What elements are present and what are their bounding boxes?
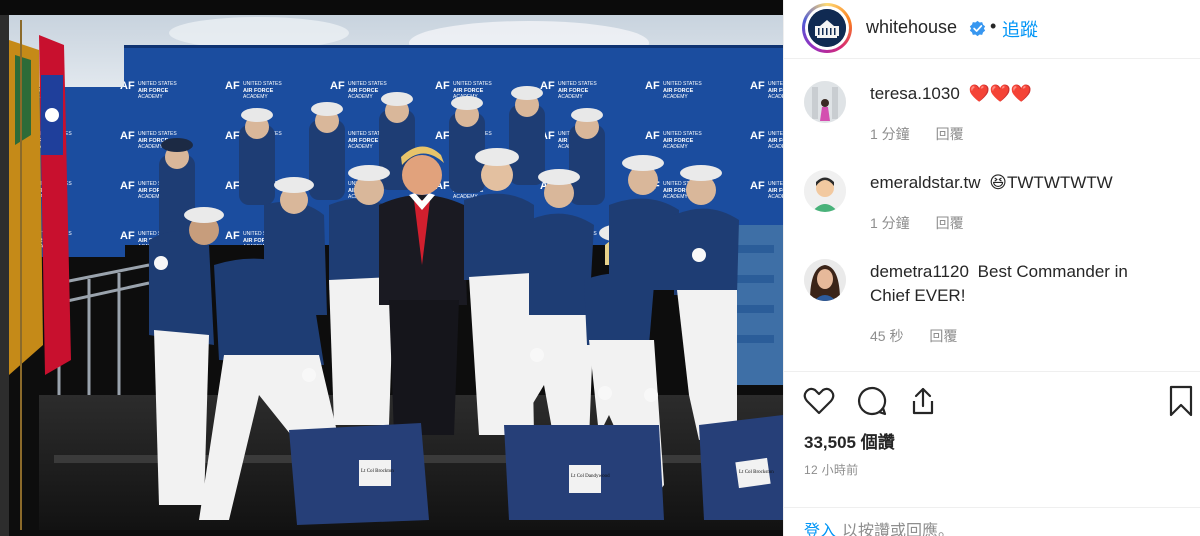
- comment-time: 45 秒: [870, 328, 904, 344]
- comment-username[interactable]: emeraldstar.tw: [870, 173, 981, 192]
- comment-meta: 1 分鐘 回覆: [870, 124, 986, 144]
- comment-text: emeraldstar.tw 😆TWTWTWTW: [870, 171, 1170, 195]
- reply-button[interactable]: 回覆: [936, 215, 964, 231]
- post-header: whitehouse • 追蹤: [784, 0, 1200, 59]
- comment-avatar[interactable]: [804, 170, 846, 212]
- comment-text: demetra1120 Best Commander in Chief EVER…: [870, 260, 1170, 308]
- comment-username[interactable]: demetra1120: [870, 262, 969, 281]
- heart-icon[interactable]: [802, 384, 836, 418]
- post-side-panel: whitehouse • 追蹤 teresa.1030 ❤️❤️❤️ 1 分鐘 …: [783, 0, 1200, 536]
- profile-avatar[interactable]: [802, 3, 852, 53]
- comment-body: 😆TWTWTWTW: [989, 173, 1113, 192]
- verified-badge-icon: [969, 20, 986, 37]
- login-prompt: 登入 以按讚或回應。: [784, 507, 1200, 536]
- post-author-username[interactable]: whitehouse: [866, 17, 957, 38]
- login-link[interactable]: 登入: [804, 523, 836, 536]
- reply-button[interactable]: 回覆: [929, 328, 957, 344]
- separator-dot: •: [990, 16, 997, 36]
- seat-card-2: Lt Col Dandywood: [571, 474, 610, 479]
- reply-button[interactable]: 回覆: [936, 126, 964, 142]
- like-count[interactable]: 33,505 個讚: [804, 428, 895, 453]
- comment-meta: 1 分鐘 回覆: [870, 213, 986, 233]
- comment-text: teresa.1030 ❤️❤️❤️: [870, 82, 1170, 106]
- post-action-bar: 33,505 個讚 12 小時前 登入 以按讚或回應。: [784, 371, 1200, 536]
- comment-meta: 45 秒 回覆: [870, 326, 979, 346]
- post-photo[interactable]: AF UNITED STATES AIR FORCE ACADEMY: [9, 15, 783, 530]
- seat-card-1: Lt Col Brockton: [361, 469, 394, 474]
- post-photo-pane: AF UNITED STATES AIR FORCE ACADEMY: [0, 0, 783, 536]
- white-house-logo-icon: [808, 9, 846, 47]
- login-prompt-text: 以按讚或回應。: [842, 523, 955, 536]
- comment-time: 1 分鐘: [870, 126, 910, 142]
- seat-card-3: Lt Col Brockston: [739, 470, 774, 475]
- comment-time: 1 分鐘: [870, 215, 910, 231]
- front-chairs: Lt Col Brockton Lt Col Dandywood Lt Col …: [289, 415, 783, 525]
- comment-body: ❤️❤️❤️: [968, 84, 1033, 103]
- comment-avatar[interactable]: [804, 81, 846, 123]
- follow-button[interactable]: 追蹤: [1002, 16, 1038, 42]
- share-icon[interactable]: [906, 384, 940, 418]
- comment-avatar[interactable]: [804, 259, 846, 301]
- bookmark-icon[interactable]: [1164, 384, 1198, 418]
- photo-left-strip: [0, 15, 9, 536]
- comment-username[interactable]: teresa.1030: [870, 84, 960, 103]
- photo-top-bar: [0, 0, 783, 15]
- post-timestamp: 12 小時前: [804, 463, 859, 477]
- comments-list: teresa.1030 ❤️❤️❤️ 1 分鐘 回覆 emeraldstar.t…: [784, 60, 1200, 370]
- comment-icon[interactable]: [855, 384, 889, 418]
